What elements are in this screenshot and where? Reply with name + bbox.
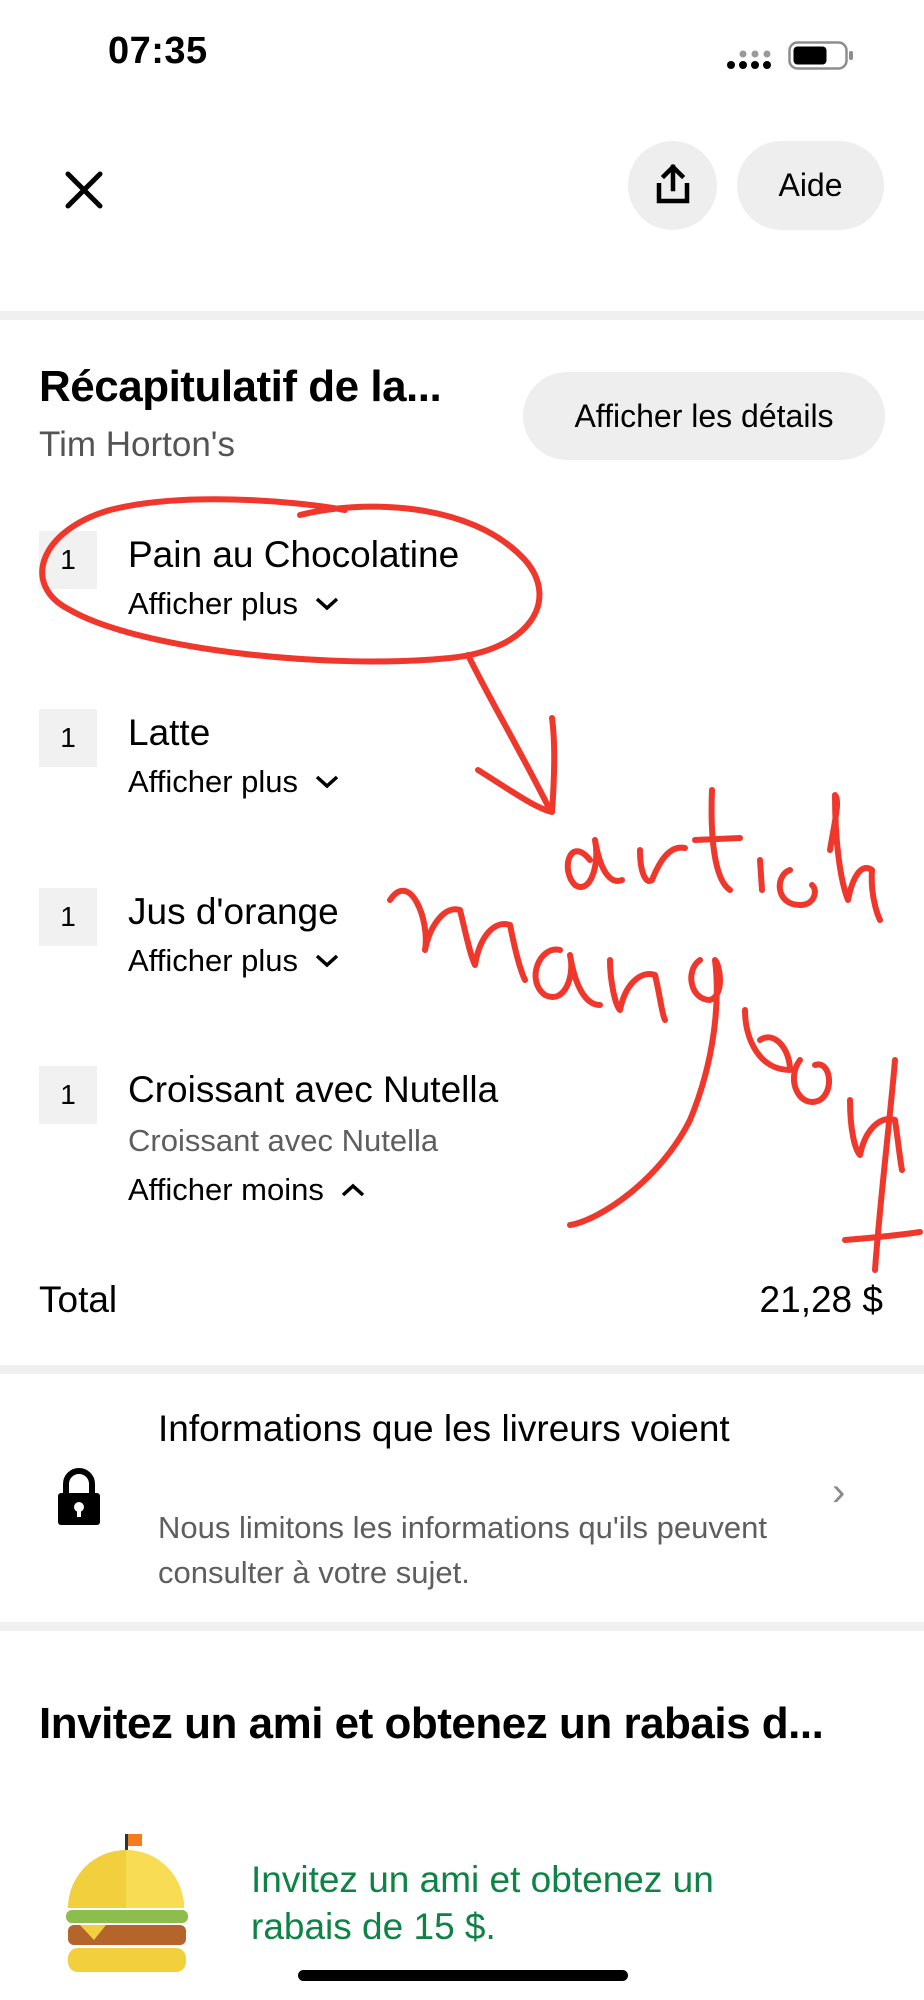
section-divider <box>0 311 924 320</box>
item-quantity: 1 <box>39 1066 97 1124</box>
courier-info-title: Informations que les livreurs voient <box>158 1408 730 1449</box>
store-name: Tim Horton's <box>39 425 235 464</box>
courier-info-row[interactable]: Informations que les livreurs voient Nou… <box>0 1374 924 1622</box>
courier-info-description: Nous limitons les informations qu'ils pe… <box>158 1510 767 1590</box>
section-divider <box>0 1622 924 1631</box>
share-icon <box>656 163 690 204</box>
section-divider <box>0 1365 924 1374</box>
summary-title: Récapitulatif de la... <box>39 362 442 411</box>
burger-icon <box>66 1834 188 1972</box>
show-details-button[interactable]: Afficher les détails <box>523 372 885 460</box>
show-more-toggle[interactable]: Afficher plus <box>128 943 340 979</box>
item-name: Jus d'orange <box>128 891 339 932</box>
item-quantity: 1 <box>39 709 97 767</box>
chevron-right-icon: › <box>832 1470 846 1514</box>
toggle-label: Afficher plus <box>128 764 299 799</box>
share-button[interactable] <box>628 141 717 230</box>
total-value: 21,28 $ <box>759 1279 883 1320</box>
item-name: Croissant avec Nutella <box>128 1069 499 1110</box>
show-more-toggle[interactable]: Afficher plus <box>128 586 340 622</box>
item-quantity: 1 <box>39 888 97 946</box>
lock-icon <box>58 1468 100 1525</box>
battery-icon <box>788 41 853 70</box>
invite-heading: Invitez un ami et obtenez un rabais d... <box>39 1699 824 1748</box>
chevron-up-icon <box>341 1183 365 1197</box>
toggle-label: Afficher plus <box>128 943 299 978</box>
status-time: 07:35 <box>108 30 208 72</box>
invite-text[interactable]: Invitez un ami et obtenez un rabais de 1… <box>251 1856 811 1950</box>
chevron-down-icon <box>315 954 339 968</box>
cellular-signal-icon <box>727 50 771 69</box>
toggle-label: Afficher moins <box>128 1172 324 1207</box>
chevron-down-icon <box>315 775 339 789</box>
home-indicator <box>298 1970 628 1981</box>
help-button[interactable]: Aide <box>737 141 884 230</box>
item-name: Pain au Chocolatine <box>128 534 460 575</box>
toggle-label: Afficher plus <box>128 586 299 621</box>
show-less-toggle[interactable]: Afficher moins <box>128 1172 366 1208</box>
item-quantity: 1 <box>39 531 97 589</box>
show-more-toggle[interactable]: Afficher plus <box>128 764 340 800</box>
item-name: Latte <box>128 712 211 753</box>
chevron-down-icon <box>315 597 339 611</box>
item-description: Croissant avec Nutella <box>128 1123 439 1158</box>
close-icon[interactable] <box>52 158 116 222</box>
total-label: Total <box>39 1279 118 1320</box>
